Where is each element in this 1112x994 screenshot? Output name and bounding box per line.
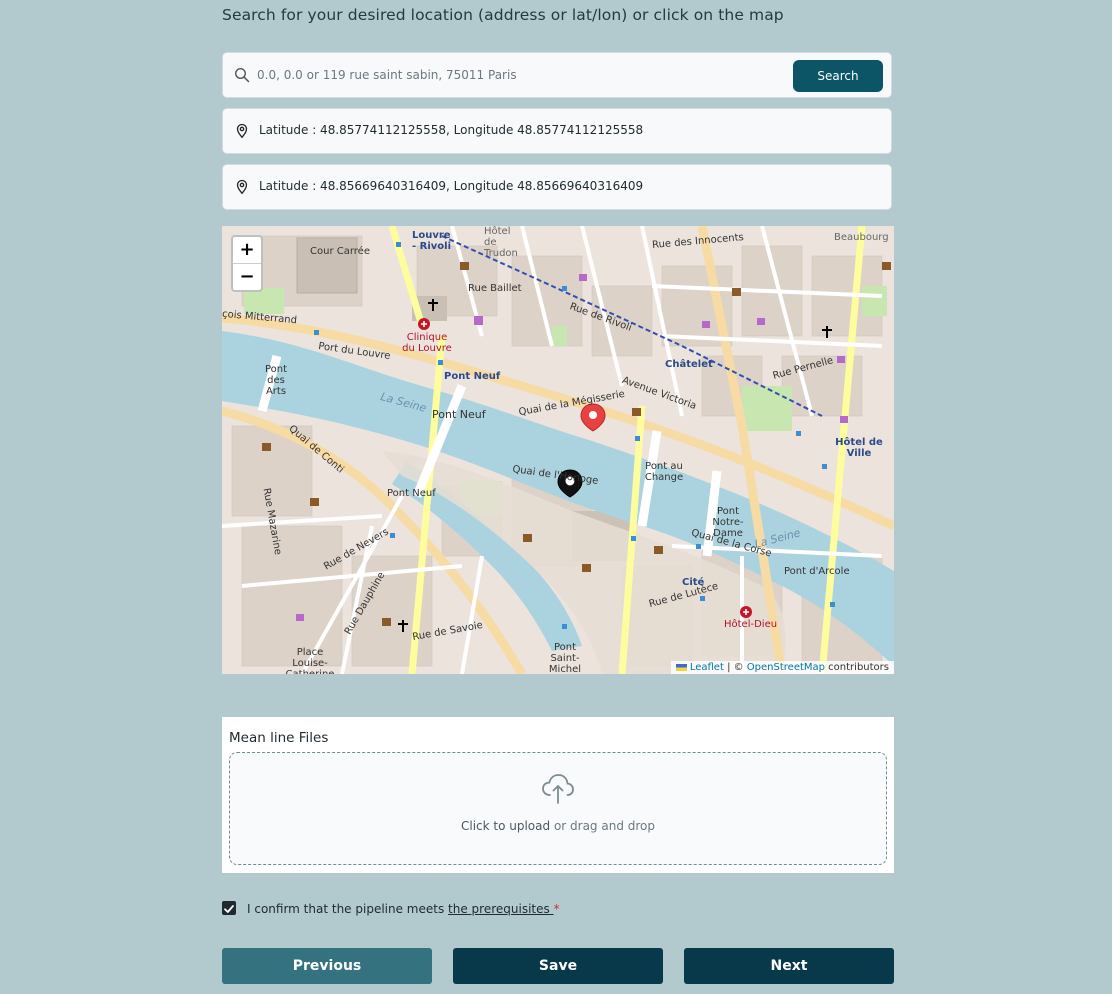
map-label: Pont Neuf [387, 488, 436, 499]
map-label: Pont Neuf [432, 408, 486, 421]
drag-drop-text: or drag and drop [550, 819, 656, 833]
map-label: Place Louise-Catherine Breslau [286, 647, 335, 674]
map-label: Cour Carrée [310, 246, 370, 257]
save-button[interactable]: Save [453, 948, 663, 984]
map[interactable]: Cour Carrée Louvre - Rivoli Hôtel de Tru… [222, 226, 894, 674]
zoom-in-button[interactable]: + [233, 237, 261, 263]
map-label: Pont Neuf [444, 371, 501, 382]
map-attribution: Leaflet | © OpenStreetMap contributors [670, 661, 894, 674]
search-bar: Search [222, 52, 892, 98]
location-text-1: Latitude : 48.85774112125558, Longitude … [259, 123, 644, 137]
map-label: Pont Saint-Michel [548, 642, 582, 674]
map-label: Hôtel de Trudon [484, 226, 518, 259]
confirm-label: I confirm that the pipeline meets the pr… [247, 902, 560, 916]
zoom-out-button[interactable]: − [233, 263, 261, 290]
map-label: Louvre - Rivoli [412, 230, 452, 252]
click-to-upload-text[interactable]: Click to upload [461, 819, 550, 833]
map-label: Hôtel de Ville [835, 437, 883, 459]
search-icon [234, 67, 250, 83]
prerequisites-link[interactable]: the prerequisites [448, 902, 554, 916]
attribution-suffix: contributors [825, 662, 889, 673]
check-icon [224, 905, 234, 913]
location-field-2[interactable]: Latitude : 48.85669640316409, Longitude … [222, 164, 892, 210]
ukraine-flag-icon [675, 663, 687, 671]
location-pin-icon [236, 179, 248, 195]
next-button[interactable]: Next [684, 948, 894, 984]
map-label: Rue Baillet [468, 283, 522, 294]
location-text-2: Latitude : 48.85669640316409, Longitude … [259, 179, 644, 193]
map-label: Clinique du Louvre [402, 332, 452, 354]
confirm-checkbox[interactable] [222, 901, 236, 915]
map-label: Châtelet [665, 359, 713, 370]
zoom-control: + − [231, 235, 263, 292]
map-label: Beaubourg [834, 232, 889, 243]
map-label: Pont d'Arcole [784, 566, 850, 577]
map-label: Hôtel-Dieu [724, 619, 778, 630]
dropzone-text: Click to upload or drag and drop [230, 819, 886, 833]
search-input[interactable] [257, 61, 777, 89]
upload-card: Mean line Files Click to upload or drag … [222, 717, 894, 873]
search-button[interactable]: Search [793, 60, 883, 92]
location-field-1[interactable]: Latitude : 48.85774112125558, Longitude … [222, 108, 892, 154]
map-label: Pont des Arts [264, 364, 288, 397]
previous-button[interactable]: Previous [222, 948, 432, 984]
location-pin-icon [236, 123, 248, 139]
openstreetmap-link[interactable]: OpenStreetMap [747, 662, 825, 673]
page-heading: Search for your desired location (addres… [222, 6, 784, 24]
cloud-upload-icon [542, 774, 574, 804]
file-dropzone[interactable]: Click to upload or drag and drop [229, 752, 887, 865]
required-asterisk: * [553, 902, 560, 916]
confirm-prefix: I confirm that the pipeline meets [247, 902, 449, 916]
leaflet-link[interactable]: Leaflet [690, 662, 724, 673]
map-label: Pont au Change [644, 461, 684, 483]
upload-title: Mean line Files [229, 730, 329, 746]
attribution-separator: | © [723, 662, 747, 673]
